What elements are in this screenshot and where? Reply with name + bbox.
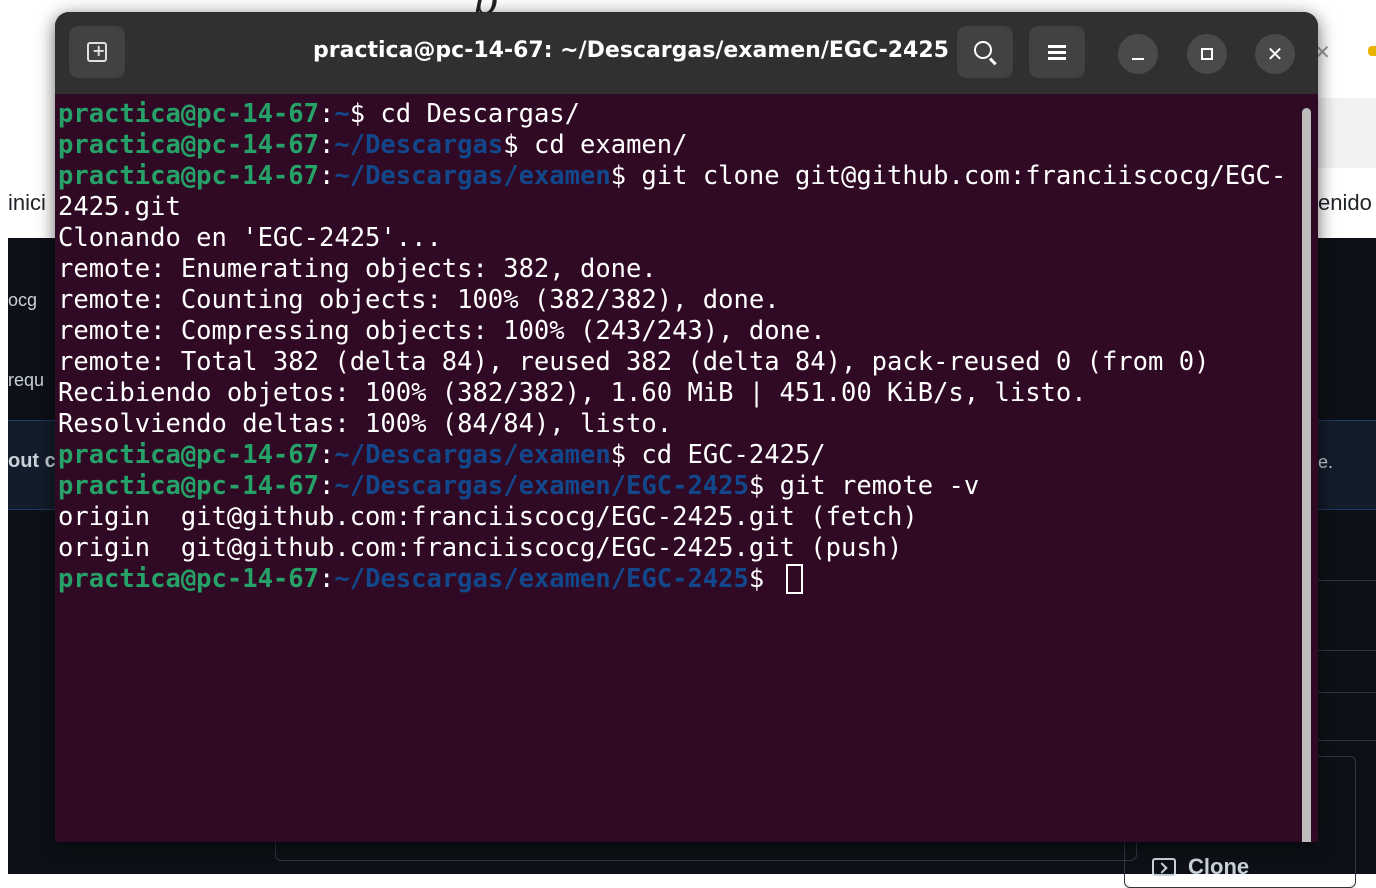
prompt-user-host: practica@pc-14-67 <box>58 564 319 594</box>
terminal-prompt-line: practica@pc-14-67:~$ cd Descargas/ <box>58 99 1298 130</box>
prompt-symbol: $ <box>610 161 627 191</box>
browser-profile-icon[interactable] <box>1368 46 1376 56</box>
prompt-path: ~ <box>334 99 350 129</box>
command-text: cd EGC-2425/ <box>626 440 826 470</box>
terminal-output[interactable]: practica@pc-14-67:~$ cd Descargas/practi… <box>58 99 1298 842</box>
command-text: cd examen/ <box>518 130 688 160</box>
prompt-separator: : <box>319 99 335 129</box>
prompt-path: ~/Descargas <box>334 130 504 160</box>
maximize-icon <box>1201 48 1213 60</box>
prompt-separator: : <box>319 130 335 160</box>
terminal-prompt-line: practica@pc-14-67:~/Descargas/examen/EGC… <box>58 471 1298 502</box>
prompt-user-host: practica@pc-14-67 <box>58 99 319 129</box>
command-text: cd Descargas/ <box>365 99 581 129</box>
search-button[interactable] <box>957 26 1013 78</box>
prompt-path: ~/Descargas/examen <box>334 440 611 470</box>
close-button[interactable]: ✕ <box>1255 34 1295 74</box>
clone-button[interactable]: Clone <box>1152 854 1249 880</box>
close-icon: ✕ <box>1266 42 1284 66</box>
page-text-fragment: e. <box>1318 452 1334 472</box>
scrollbar-thumb[interactable] <box>1302 108 1311 842</box>
maximize-button[interactable] <box>1187 34 1227 74</box>
terminal-output-line: Recibiendo objetos: 100% (382/382), 1.60… <box>58 378 1087 408</box>
terminal-prompt-line: practica@pc-14-67:~/Descargas$ cd examen… <box>58 130 1298 161</box>
prompt-user-host: practica@pc-14-67 <box>58 161 319 191</box>
browser-address-bar[interactable] <box>1316 98 1376 168</box>
prompt-symbol: $ <box>748 564 765 594</box>
terminal-titlebar[interactable]: practica@pc-14-67: ~/Descargas/examen/EG… <box>55 12 1318 94</box>
scrollbar[interactable] <box>1302 108 1312 842</box>
prompt-path: ~/Descargas/examen/EGC-2425 <box>334 564 749 594</box>
page-text-fragment: ocg <box>8 290 38 310</box>
terminal-output-line: origin git@github.com:franciiscocg/EGC-2… <box>58 502 918 532</box>
command-text: git remote -v <box>764 471 980 501</box>
search-icon <box>974 41 992 59</box>
new-tab-button[interactable] <box>69 26 125 78</box>
terminal-output-line: remote: Compressing objects: 100% (243/2… <box>58 316 826 346</box>
terminal-prompt-line: practica@pc-14-67:~/Descargas/examen$ gi… <box>58 161 1298 192</box>
divider <box>1318 692 1376 693</box>
prompt-user-host: practica@pc-14-67 <box>58 440 319 470</box>
prompt-path: ~/Descargas/examen <box>334 161 611 191</box>
new-tab-icon <box>87 41 107 62</box>
page-text-fragment: out c <box>8 450 56 472</box>
divider <box>1318 650 1376 651</box>
prompt-user-host: practica@pc-14-67 <box>58 471 319 501</box>
window-title: practica@pc-14-67: ~/Descargas/examen/EG… <box>313 38 949 63</box>
terminal-icon <box>1152 858 1176 876</box>
prompt-separator: : <box>319 564 335 594</box>
menu-icon <box>1048 45 1066 60</box>
command-text: git clone git@github.com:franciiscocg/EG… <box>626 161 1287 191</box>
minimize-button[interactable] <box>1118 34 1158 74</box>
terminal-output-line: remote: Enumerating objects: 382, done. <box>58 254 657 284</box>
prompt-separator: : <box>319 471 335 501</box>
prompt-separator: : <box>319 161 335 191</box>
terminal-output-line: Resolviendo deltas: 100% (84/84), listo. <box>58 409 673 439</box>
bookmark-fragment[interactable]: inici <box>8 190 46 216</box>
bookmark-fragment[interactable]: enido <box>1318 190 1372 216</box>
prompt-symbol: $ <box>349 99 366 129</box>
terminal-output-line: 2425.git <box>58 192 181 222</box>
terminal-prompt-line: practica@pc-14-67:~/Descargas/examen/EGC… <box>58 564 1298 595</box>
terminal-output-line: Clonando en 'EGC-2425'... <box>58 223 442 253</box>
prompt-symbol: $ <box>503 130 519 160</box>
terminal-cursor[interactable] <box>785 564 803 594</box>
minimize-icon <box>1132 57 1144 61</box>
clone-button-label: Clone <box>1188 854 1250 879</box>
divider <box>1318 580 1376 581</box>
terminal-output-line: origin git@github.com:franciiscocg/EGC-2… <box>58 533 903 563</box>
terminal-output-line: remote: Total 382 (delta 84), reused 382… <box>58 347 1210 377</box>
divider <box>1318 740 1376 741</box>
prompt-symbol: $ <box>748 471 765 501</box>
page-text-fragment: requ <box>8 370 45 390</box>
prompt-separator: : <box>319 440 335 470</box>
menu-button[interactable] <box>1029 26 1085 78</box>
terminal-prompt-line: practica@pc-14-67:~/Descargas/examen$ cd… <box>58 440 1298 471</box>
prompt-path: ~/Descargas/examen/EGC-2425 <box>334 471 749 501</box>
terminal-output-line: remote: Counting objects: 100% (382/382)… <box>58 285 780 315</box>
prompt-symbol: $ <box>610 440 627 470</box>
terminal-window[interactable]: practica@pc-14-67: ~/Descargas/examen/EG… <box>55 12 1318 842</box>
command-text <box>764 564 779 594</box>
prompt-user-host: practica@pc-14-67 <box>58 130 319 160</box>
